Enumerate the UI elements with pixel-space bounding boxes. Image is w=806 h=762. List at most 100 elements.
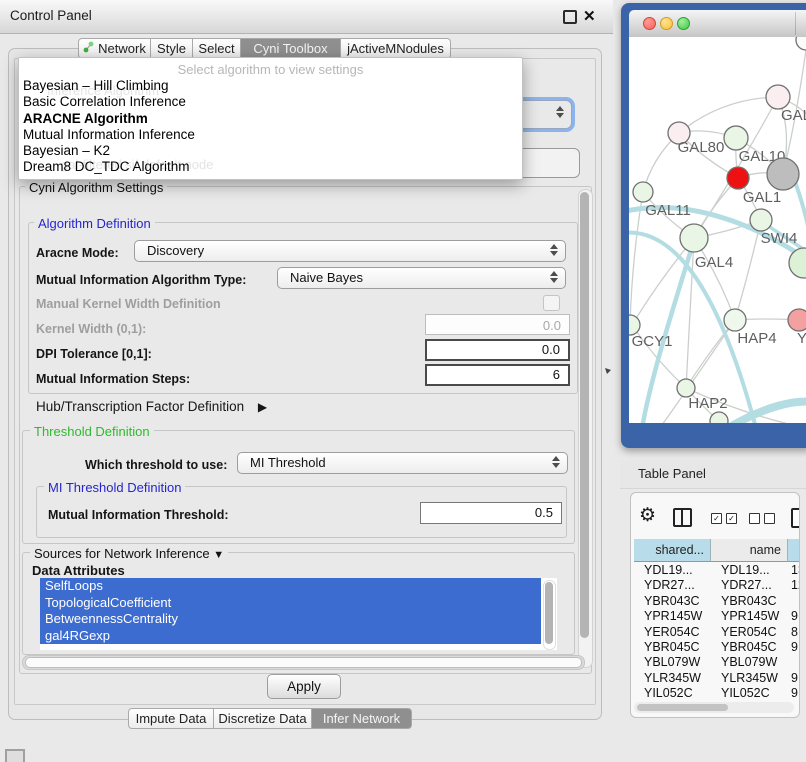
network-edge[interactable] [679, 97, 778, 133]
table-cell[interactable]: YDL19... [644, 563, 693, 577]
float-window-icon[interactable] [563, 10, 577, 24]
network-node[interactable] [724, 126, 748, 150]
kernel-width-field[interactable]: 0.0 [425, 314, 570, 335]
mi-threshold-field[interactable]: 0.5 [420, 502, 562, 524]
zoom-traffic-light[interactable] [677, 17, 690, 30]
table-cell[interactable]: 9. [791, 609, 799, 623]
table-hscrollbar-thumb[interactable] [637, 704, 728, 711]
network-edge-highlighted[interactable] [728, 402, 806, 423]
hub-definition-section[interactable]: Hub/Transcription Factor Definition ▶ [36, 399, 267, 414]
tab-network[interactable]: Network [78, 38, 151, 59]
network-node[interactable] [796, 37, 806, 50]
network-node[interactable] [629, 315, 640, 335]
algorithm-option[interactable]: Bayesian – K2 [19, 143, 522, 159]
table-cell[interactable]: YBL079W [721, 655, 777, 669]
table-cell[interactable]: YIL052C [721, 686, 770, 700]
network-canvas[interactable]: GALGAL80GAL10GAL1GAL11SWI4GAL4HAP4YGCY1H… [629, 37, 806, 423]
table-cell[interactable]: YDR27... [721, 578, 772, 592]
table-cell[interactable]: YER054C [644, 625, 700, 639]
table-cell[interactable]: 12 [791, 578, 799, 592]
table-cell[interactable]: 9. [791, 640, 799, 654]
settings-hscrollbar-thumb[interactable] [25, 657, 582, 668]
manual-kernel-label: Manual Kernel Width Definition [36, 297, 221, 311]
which-threshold-combobox[interactable]: MI Threshold [237, 452, 568, 474]
algorithm-option[interactable]: ARACNE Algorithm [19, 111, 522, 127]
network-node-label: GAL1 [743, 189, 781, 206]
tab-discretize-data[interactable]: Discretize Data [214, 708, 312, 729]
attribute-list-item[interactable]: SelfLoops [40, 578, 541, 595]
algorithm-option[interactable]: Basic Correlation Inference [19, 94, 522, 110]
algorithm-option[interactable]: Bayesian – Hill Climbing [19, 78, 522, 94]
network-node[interactable] [724, 309, 746, 331]
table-cell[interactable]: 9. [791, 671, 799, 685]
tab-cyni-toolbox[interactable]: Cyni Toolbox [241, 38, 341, 59]
table-rows: YDL19... YDL19... 13 YDR27... YDR27... 12 YBR0… [631, 563, 799, 702]
expand-down-icon[interactable]: ▼ [213, 549, 224, 561]
network-node[interactable] [788, 309, 806, 331]
tab-style[interactable]: Style [151, 38, 193, 59]
network-node[interactable] [680, 224, 708, 252]
network-edge[interactable] [632, 238, 694, 325]
table-cell[interactable]: 9. [791, 686, 799, 700]
table-cell[interactable]: YBL079W [644, 655, 700, 669]
table-cell[interactable]: 8. [791, 625, 799, 639]
network-node-label: GCY1 [632, 333, 673, 350]
split-columns-icon[interactable] [673, 508, 692, 527]
attribute-list-item[interactable]: BetweennessCentrality [40, 611, 541, 628]
table-cell[interactable]: YBR045C [721, 640, 777, 654]
algorithm-definition-title: Algorithm Definition [34, 216, 155, 231]
table-cell[interactable]: YPR145W [721, 609, 779, 623]
data-attributes-list[interactable]: SelfLoopsTopologicalCoefficientBetweenne… [40, 578, 557, 650]
deselect-all-checks-icon[interactable] [749, 513, 775, 524]
network-edge[interactable] [735, 220, 761, 320]
table-column-header[interactable]: name [711, 539, 788, 562]
apply-button[interactable]: Apply [267, 674, 341, 699]
table-cell[interactable]: YIL052C [644, 686, 693, 700]
gear-icon[interactable]: ⚙ [639, 504, 656, 527]
table-cell[interactable]: YER054C [721, 625, 777, 639]
attribute-list-item[interactable]: TopologicalCoefficient [40, 595, 541, 612]
table-column-header[interactable]: shared... [634, 539, 711, 562]
network-graph: GALGAL80GAL10GAL1GAL11SWI4GAL4HAP4YGCY1H… [629, 37, 806, 423]
network-node[interactable] [766, 85, 790, 109]
mi-type-combobox[interactable]: Naive Bayes [277, 267, 566, 289]
aracne-mode-combobox[interactable]: Discovery [134, 240, 566, 262]
table-cell[interactable]: YLR345W [644, 671, 701, 685]
network-node[interactable] [750, 209, 772, 231]
table-cell[interactable]: YBR045C [644, 640, 700, 654]
algorithm-option[interactable]: Dream8 DC_TDC Algorithm [19, 159, 522, 175]
settings-scrollbar-thumb[interactable] [580, 192, 589, 638]
table-cell[interactable]: YDR27... [644, 578, 695, 592]
algorithm-option[interactable]: Mutual Information Inference [19, 127, 522, 143]
tab-select[interactable]: Select [193, 38, 241, 59]
collapsed-panel-icon[interactable] [5, 749, 25, 762]
tab-impute-data[interactable]: Impute Data [128, 708, 214, 729]
control-panel-titlebar [0, 0, 613, 34]
network-node-label: GAL80 [678, 139, 725, 156]
attribute-list-item[interactable]: gal4RGexp [40, 628, 541, 645]
network-node[interactable] [767, 158, 799, 190]
mi-steps-field[interactable]: 6 [425, 364, 570, 386]
tab-jactivemnodules[interactable]: jActiveMNodules [341, 38, 451, 59]
expand-right-icon[interactable]: ▶ [258, 400, 267, 414]
tab-infer-network[interactable]: Infer Network [312, 708, 412, 729]
network-node[interactable] [633, 182, 653, 202]
dpi-tolerance-field[interactable]: 0.0 [425, 339, 570, 361]
close-icon[interactable]: ✕ [583, 7, 596, 25]
table-cell[interactable]: YLR345W [721, 671, 778, 685]
table-cell[interactable]: 13 [791, 563, 799, 577]
network-node[interactable] [727, 167, 749, 189]
table-cell[interactable]: YBR043C [644, 594, 700, 608]
table-cell[interactable]: YPR145W [644, 609, 702, 623]
table-mode-icon[interactable] [791, 508, 800, 528]
close-traffic-light[interactable] [643, 17, 656, 30]
minimize-traffic-light[interactable] [660, 17, 673, 30]
network-node[interactable] [710, 412, 728, 423]
select-all-checks-icon[interactable]: ✓✓ [711, 513, 737, 524]
sources-group-title[interactable]: Sources for Network Inference ▼ [30, 546, 228, 561]
table-column-header[interactable] [788, 539, 800, 562]
attributes-list-scrollbar-thumb[interactable] [545, 582, 553, 644]
table-cell[interactable]: YBR043C [721, 594, 777, 608]
table-cell[interactable]: YDL19... [721, 563, 770, 577]
manual-kernel-checkbox[interactable] [543, 295, 560, 311]
